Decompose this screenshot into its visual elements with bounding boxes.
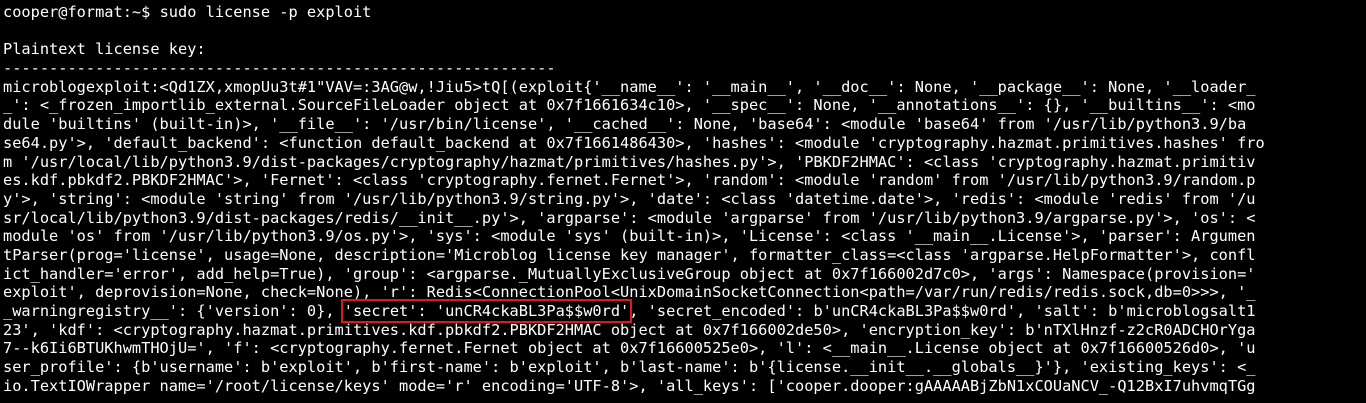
output-line-with-secret: _warningregistry__': {'version': 0}, 'se… bbox=[3, 299, 1366, 323]
command-text: sudo license -p exploit bbox=[159, 3, 372, 21]
output-line: ser_profile': {b'username': b'exploit', … bbox=[3, 358, 1256, 377]
shell-prompt: cooper@format:~$ bbox=[3, 3, 160, 21]
output-line: microblogexploit:<Qd1ZX,xmopUu3t#1"VAV=:… bbox=[3, 77, 1256, 96]
output-line: tParser(prog='license', usage=None, desc… bbox=[3, 245, 1256, 264]
output-line: exploit', deprovision=None, check=None),… bbox=[3, 283, 1256, 302]
output-heading: Plaintext license key: bbox=[3, 40, 206, 59]
output-text-before-secret: _warningregistry__': {'version': 0}, bbox=[3, 302, 344, 320]
output-line: 23', 'kdf': <cryptography.hazmat.primiti… bbox=[3, 320, 1256, 339]
output-line: module 'os' from '/usr/lib/python3.9/os.… bbox=[3, 227, 1256, 246]
terminal-window[interactable]: cooper@format:~$ sudo license -p exploit… bbox=[0, 0, 1366, 403]
output-text-after-secret: , 'secret_encoded': b'unCR4ckaBL3Pa$$w0r… bbox=[629, 302, 1256, 320]
output-line: ict_handler='error', add_help=True), 'gr… bbox=[3, 264, 1256, 283]
output-line: se64.py'>, 'default_backend': <function … bbox=[3, 133, 1265, 152]
output-line: dule 'builtins' (built-in)>, '__file__':… bbox=[3, 115, 1247, 134]
output-line: io.TextIOWrapper name='/root/license/key… bbox=[3, 376, 1256, 395]
secret-highlight: 'secret': 'unCR4ckaBL3Pa$$w0rd' bbox=[340, 299, 633, 323]
output-line: es.kdf.pbkdf2.PBKDF2HMAC'>, 'Fernet': <c… bbox=[3, 171, 1256, 190]
output-line: sr/local/lib/python3.9/dist-packages/red… bbox=[3, 208, 1256, 227]
output-line: y'>, 'string': <module 'string' from '/u… bbox=[3, 189, 1256, 208]
output-line: m '/usr/local/lib/python3.9/dist-package… bbox=[3, 152, 1256, 171]
command-line: cooper@format:~$ sudo license -p exploit bbox=[3, 3, 1366, 22]
output-separator: ----------------------------------------… bbox=[3, 59, 556, 78]
output-line: 7--k6Ii6BTUKhwmTHOjU=', 'f': <cryptograp… bbox=[3, 339, 1256, 358]
output-line: _': <_frozen_importlib_external.SourceFi… bbox=[3, 96, 1256, 115]
